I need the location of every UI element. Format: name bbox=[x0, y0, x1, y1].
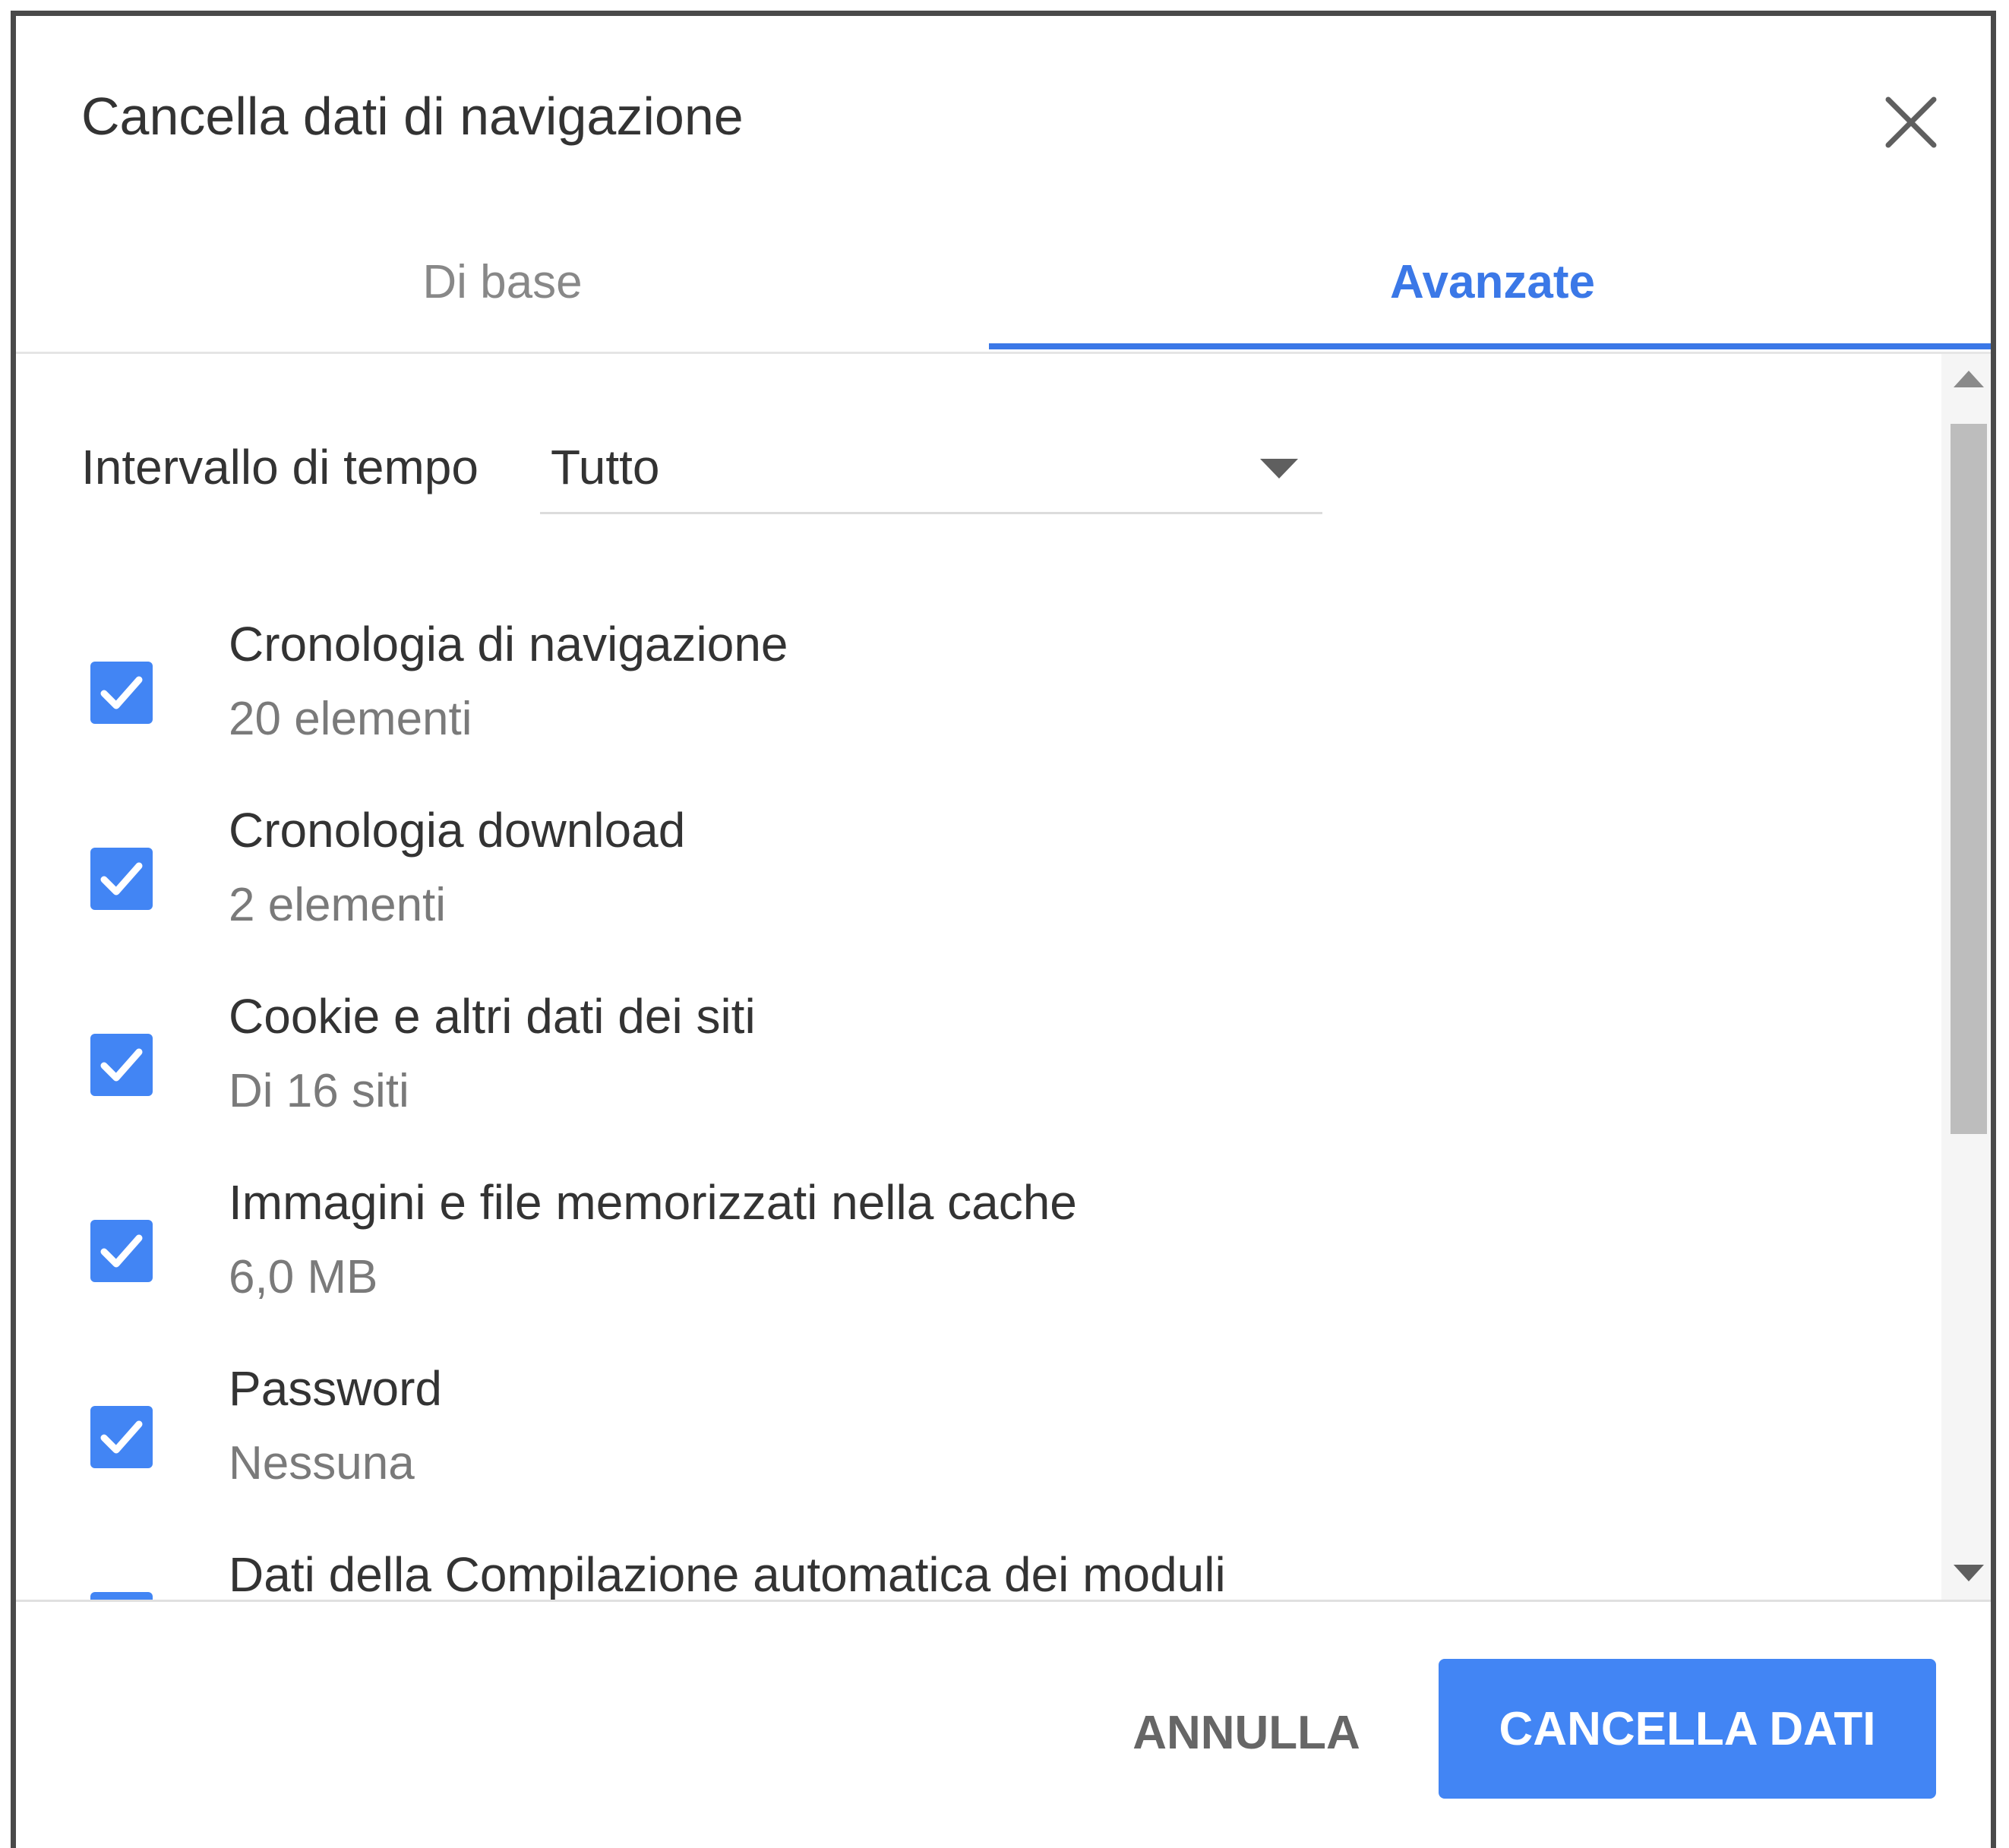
item-label: Immagini e file memorizzati nella cache bbox=[229, 1175, 1077, 1230]
dialog-title: Cancella dati di navigazione bbox=[81, 87, 744, 146]
scroll-content: Intervallo di tempo Tutto Cronologia di … bbox=[16, 354, 1941, 1600]
active-tab-indicator bbox=[989, 343, 1991, 349]
scroll-down-arrow-icon[interactable] bbox=[1954, 1565, 1984, 1581]
checkmark-icon bbox=[100, 676, 143, 709]
checkbox-autofill[interactable] bbox=[90, 1592, 153, 1600]
checkbox-browsing-history[interactable] bbox=[90, 662, 153, 724]
clear-browsing-data-dialog: Cancella dati di navigazione Di base Ava… bbox=[11, 11, 1996, 1848]
list-item-browsing-history: Cronologia di navigazione 20 elementi bbox=[16, 616, 1839, 798]
checkbox-cookies[interactable] bbox=[90, 1034, 153, 1096]
list-item-passwords: Password Nessuna bbox=[16, 1360, 1839, 1543]
footer-divider bbox=[16, 1600, 1991, 1602]
list-item-cached-images: Immagini e file memorizzati nella cache … bbox=[16, 1174, 1839, 1357]
item-size: 6,0 MB bbox=[229, 1251, 378, 1303]
item-label: Cookie e altri dati dei siti bbox=[229, 989, 756, 1044]
cancel-button[interactable]: ANNULLA bbox=[1098, 1664, 1395, 1801]
item-count: 2 elementi bbox=[229, 879, 447, 931]
close-button[interactable] bbox=[1881, 92, 1941, 153]
item-count: Di 16 siti bbox=[229, 1065, 409, 1117]
close-icon bbox=[1885, 96, 1937, 148]
item-label: Cronologia download bbox=[229, 803, 686, 858]
checkmark-icon bbox=[100, 1048, 143, 1082]
tab-bar: Di base Avanzate bbox=[16, 210, 1991, 362]
time-range-label: Intervallo di tempo bbox=[81, 440, 479, 494]
scroll-up-arrow-icon[interactable] bbox=[1954, 371, 1984, 387]
clear-data-button[interactable]: CANCELLA DATI bbox=[1439, 1659, 1936, 1799]
time-range-value: Tutto bbox=[551, 440, 660, 494]
checkmark-icon bbox=[100, 1234, 143, 1268]
checkbox-cached-images[interactable] bbox=[90, 1220, 153, 1282]
checkbox-download-history[interactable] bbox=[90, 848, 153, 910]
list-item-cookies: Cookie e altri dati dei siti Di 16 siti bbox=[16, 988, 1839, 1170]
checkmark-icon bbox=[90, 1592, 153, 1600]
item-label: Password bbox=[229, 1361, 442, 1416]
scrollbar-thumb[interactable] bbox=[1951, 424, 1987, 1134]
item-label: Dati della Compilazione automatica dei m… bbox=[229, 1547, 1226, 1600]
item-count: Nessuna bbox=[229, 1437, 415, 1489]
item-label: Cronologia di navigazione bbox=[229, 617, 788, 671]
tab-basic[interactable]: Di base bbox=[16, 210, 989, 354]
vertical-scrollbar[interactable] bbox=[1941, 354, 1991, 1600]
list-item-download-history: Cronologia download 2 elementi bbox=[16, 802, 1839, 984]
checkbox-passwords[interactable] bbox=[90, 1406, 153, 1468]
checkmark-icon bbox=[100, 1420, 143, 1454]
list-item-autofill: Dati della Compilazione automatica dei m… bbox=[16, 1546, 1839, 1600]
tab-advanced[interactable]: Avanzate bbox=[989, 210, 1991, 354]
dropdown-arrow-icon bbox=[1260, 459, 1298, 479]
time-range-select[interactable]: Tutto bbox=[540, 422, 1322, 514]
checkmark-icon bbox=[100, 862, 143, 896]
item-count: 20 elementi bbox=[229, 693, 472, 745]
